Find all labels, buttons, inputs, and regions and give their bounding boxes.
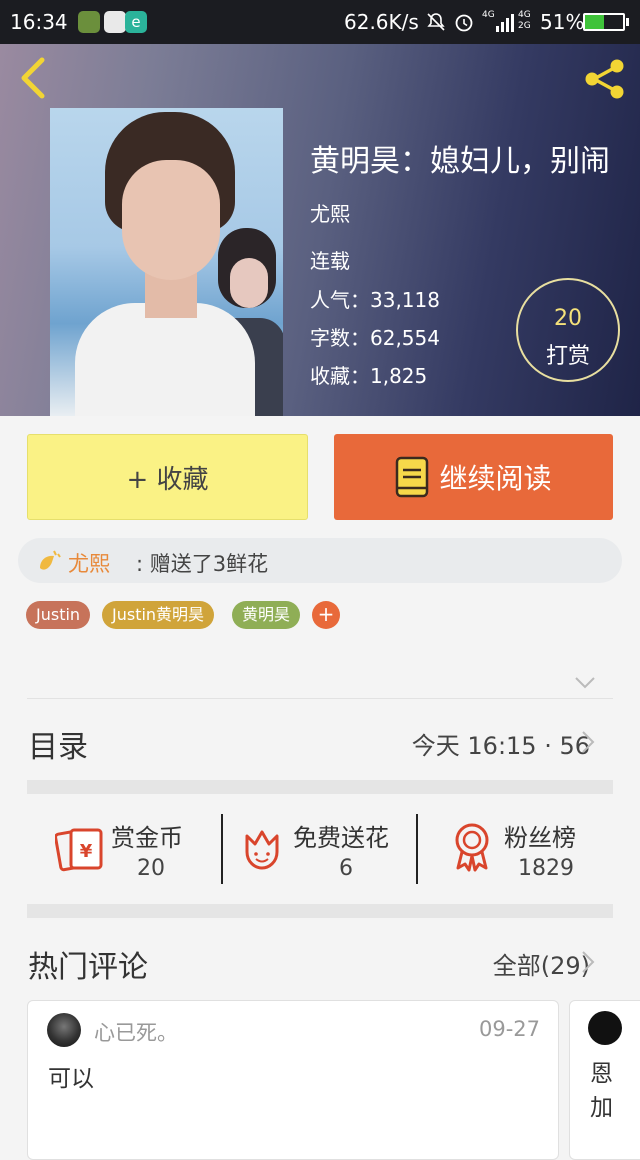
cover-figure <box>122 160 220 280</box>
svg-text:¥: ¥ <box>80 841 93 862</box>
app-notification-icon <box>78 11 100 33</box>
stat-label: 字数 <box>310 326 350 350</box>
stat-value: 62,554 <box>370 326 440 350</box>
book-header: 黄明昊：媳妇儿，别闹 尤熙 连载 人气：33,118 字数：62,554 收藏：… <box>0 44 640 416</box>
comment-user[interactable]: 心已死。 <box>94 1017 178 1047</box>
free-flower[interactable]: 免费送花 6 <box>223 800 418 890</box>
tip-button[interactable]: 20 打赏 <box>516 278 620 382</box>
avatar[interactable] <box>47 1013 81 1047</box>
add-tag-button[interactable]: + <box>312 601 340 629</box>
comment-date: 09-27 <box>478 1017 540 1041</box>
chevron-down-icon[interactable] <box>574 676 596 690</box>
cover-figure <box>230 258 268 308</box>
stat-word-count: 字数：62,554 <box>310 326 440 350</box>
signal-icon <box>496 14 514 32</box>
book-author[interactable]: 尤熙 <box>310 198 350 227</box>
network-speed: 62.6K/s <box>344 10 419 34</box>
cover-figure <box>75 303 255 416</box>
continue-reading-label: 继续阅读 <box>439 462 552 495</box>
status-time: 16:34 <box>10 10 68 34</box>
support-value: 1829 <box>518 856 574 881</box>
support-value: 20 <box>137 856 165 881</box>
stat-value: 1,825 <box>370 364 428 388</box>
signal-type: 2G <box>518 21 531 31</box>
browser-app-icon: e <box>125 11 147 33</box>
continue-reading-button[interactable]: 继续阅读 <box>334 434 613 520</box>
battery-icon <box>583 13 625 31</box>
app-notification-icon <box>104 11 126 33</box>
gift-message: : 赠送了3鲜花 <box>136 552 269 576</box>
chevron-right-icon <box>582 951 595 973</box>
tag[interactable]: 黄明昊 <box>232 601 301 629</box>
all-comments-link[interactable]: 全部(29) <box>493 946 590 981</box>
fan-ranking[interactable]: 粉丝榜 1829 <box>418 800 613 890</box>
gold-coin-reward[interactable]: ¥ 赏金币 20 <box>27 800 222 890</box>
share-icon[interactable] <box>582 56 628 102</box>
section-separator <box>27 904 613 918</box>
tag[interactable]: Justin黄明昊 <box>102 601 215 629</box>
flower-icon <box>245 830 279 870</box>
red-envelope-yen-icon: ¥ <box>55 828 103 872</box>
book-title: 黄明昊：媳妇儿，别闹 <box>310 144 610 179</box>
divider <box>27 698 613 699</box>
comment-text: 可以 <box>48 1066 94 1092</box>
stat-label: 人气 <box>310 288 350 312</box>
stat-label: 收藏 <box>310 364 350 388</box>
comment-card[interactable]: 恩 加 <box>569 1000 640 1160</box>
signal-type: 4G <box>482 10 495 20</box>
hot-comments-header[interactable]: 热门评论 全部(29) <box>0 922 640 996</box>
chevron-right-icon <box>582 731 595 753</box>
flower-gift-icon <box>40 550 61 570</box>
comment-card[interactable]: 心已死。 09-27 可以 <box>27 1000 559 1160</box>
back-arrow-icon[interactable] <box>14 56 50 100</box>
stat-popularity: 人气：33,118 <box>310 288 440 312</box>
support-value: 6 <box>339 856 353 881</box>
status-bar: 16:34 e 62.6K/s 4G 4G 2G 51% <box>0 0 640 44</box>
stat-favorites: 收藏：1,825 <box>310 364 428 388</box>
book-icon <box>396 456 429 498</box>
alarm-icon <box>455 14 473 32</box>
support-label: 赏金币 <box>111 824 183 852</box>
tip-count: 20 <box>554 306 582 331</box>
mute-icon <box>427 13 445 31</box>
support-label: 粉丝榜 <box>504 824 576 852</box>
battery-tip <box>626 18 629 26</box>
stat-value: 33,118 <box>370 288 440 312</box>
toc-title: 目录 <box>28 730 88 765</box>
signal-type: 4G <box>518 10 531 20</box>
tip-label: 打赏 <box>545 344 590 369</box>
toc-row[interactable]: 目录 今天 16:15 · 56 <box>0 700 640 778</box>
ribbon-medal-icon <box>455 823 489 872</box>
book-cover[interactable] <box>50 108 283 416</box>
add-favorite-button[interactable]: + 收藏 <box>27 434 308 520</box>
toc-latest-chapter: 今天 16:15 · 56 <box>411 732 590 760</box>
gift-sender[interactable]: 尤熙 <box>68 548 110 578</box>
gift-notice[interactable]: 尤熙 : 赠送了3鲜花 <box>18 538 622 583</box>
tag[interactable]: Justin <box>26 601 91 629</box>
hot-comments-title: 热门评论 <box>28 950 148 985</box>
comment-text: 恩 加 <box>590 1061 613 1121</box>
section-separator <box>27 780 613 794</box>
avatar[interactable] <box>588 1011 622 1045</box>
support-label: 免费送花 <box>293 824 389 852</box>
add-favorite-label: + 收藏 <box>126 464 209 495</box>
book-status: 连载 <box>310 249 350 273</box>
battery-percent: 51% <box>540 10 585 34</box>
